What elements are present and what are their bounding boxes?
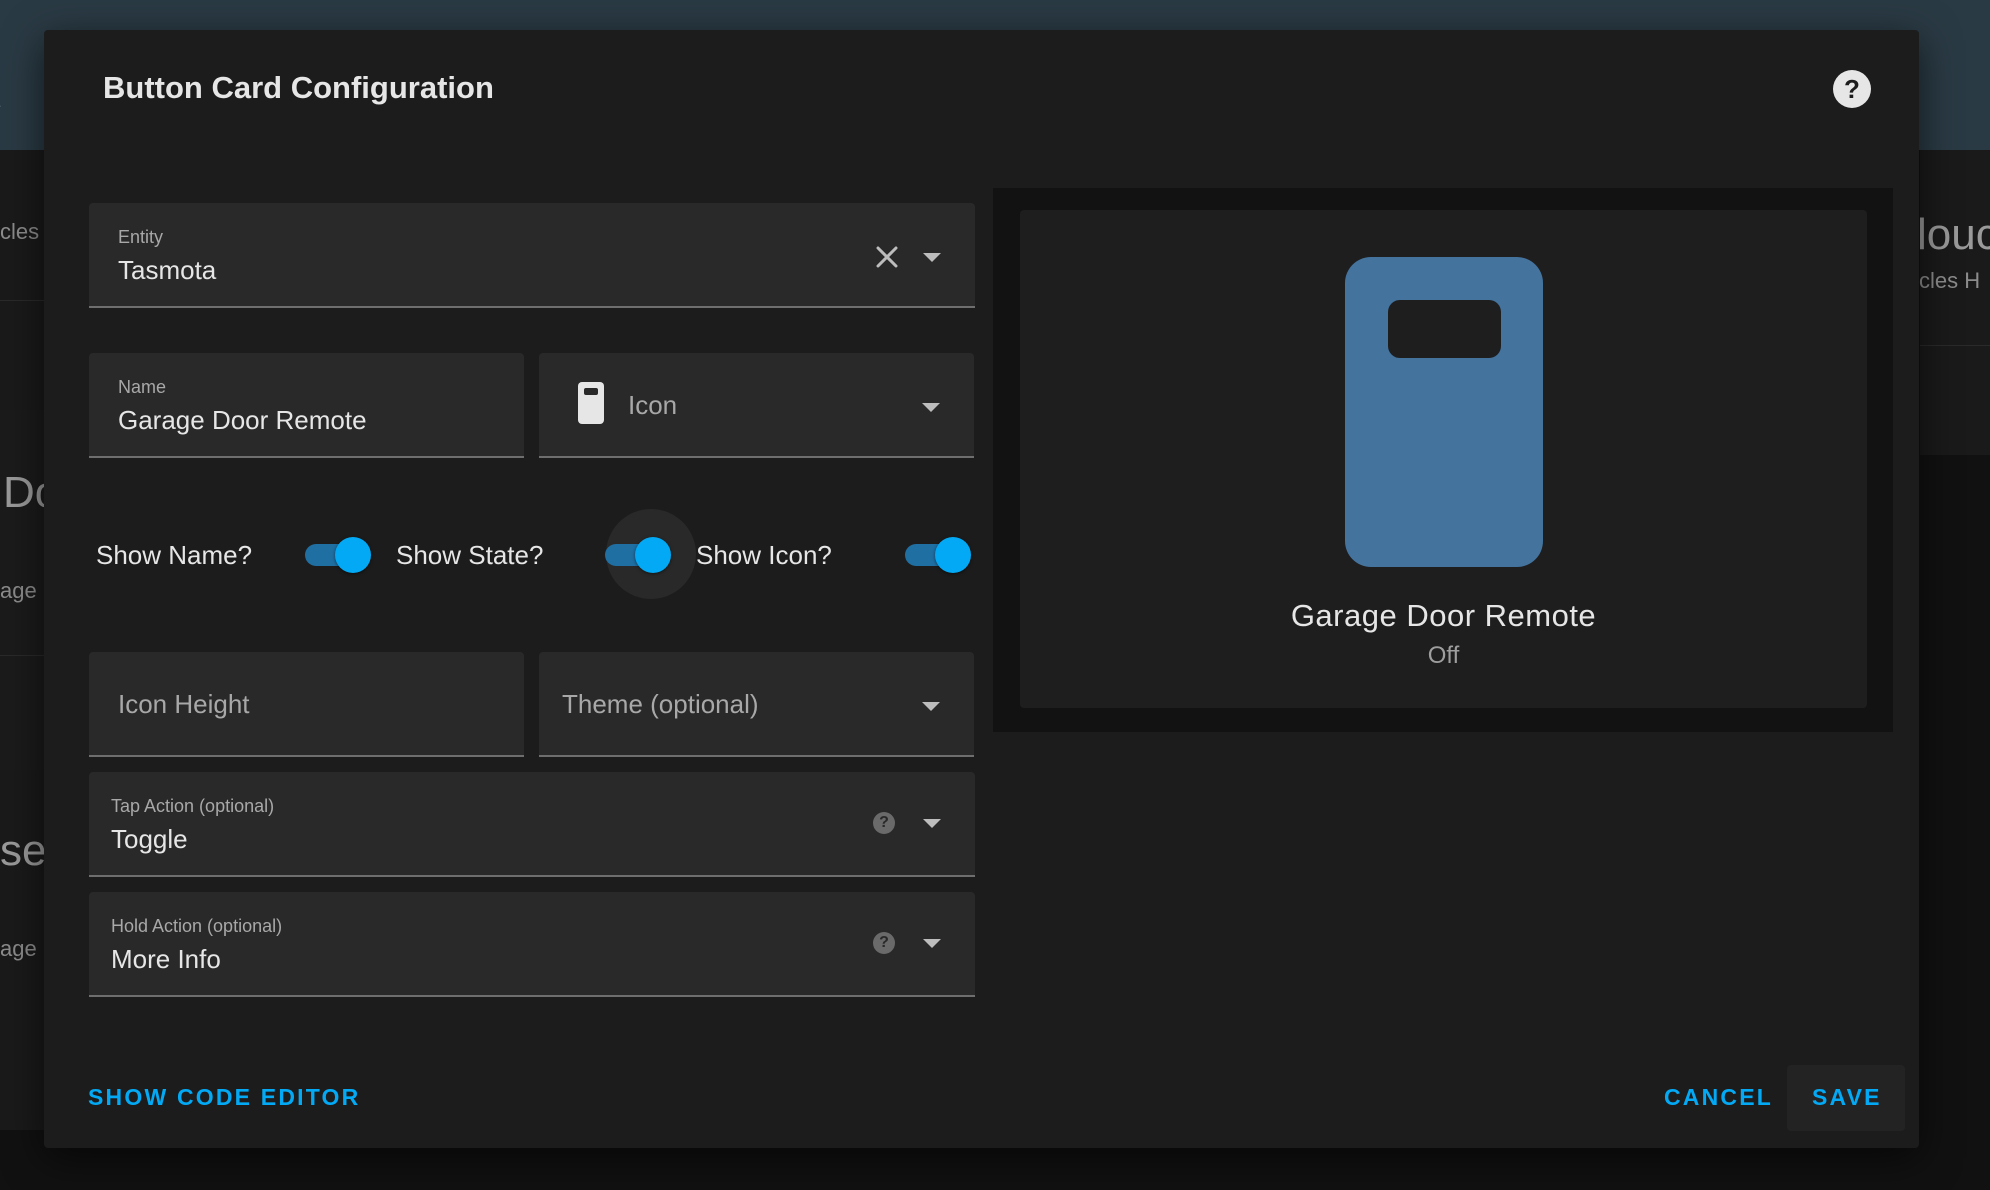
button-card[interactable]: Garage Door Remote Off (1020, 210, 1867, 708)
caret-down-icon[interactable] (923, 253, 941, 262)
entity-picker[interactable]: Entity Tasmota (89, 203, 975, 308)
name-field[interactable]: Name Garage Door Remote (89, 353, 524, 458)
icon-height-field[interactable]: Icon Height (89, 652, 524, 757)
background-arrow-icon: › (0, 92, 1, 118)
cancel-button[interactable]: CANCEL (1664, 1084, 1773, 1111)
caret-down-icon[interactable] (922, 702, 940, 711)
icon-height-placeholder: Icon Height (118, 689, 250, 719)
background-card (1920, 150, 1990, 455)
theme-placeholder: Theme (optional) (562, 689, 759, 719)
icon-picker[interactable]: Icon (539, 353, 974, 458)
help-circle-icon[interactable]: ? (873, 932, 895, 954)
tap-action-select[interactable]: Tap Action (optional) Toggle ? (89, 772, 975, 877)
background-text: cles H (1919, 268, 1981, 293)
help-circle-icon[interactable]: ? (873, 812, 895, 834)
tap-action-value: Toggle (111, 824, 188, 854)
show-code-editor-button[interactable]: SHOW CODE EDITOR (88, 1084, 360, 1111)
background-divider (0, 300, 44, 301)
show-name-label: Show Name? (96, 540, 253, 570)
entity-value: Tasmota (118, 255, 217, 285)
dialog-title: Button Card Configuration (103, 70, 494, 105)
card-preview: Garage Door Remote Off (993, 188, 1893, 732)
background-card (0, 150, 44, 410)
close-icon[interactable] (873, 243, 901, 271)
show-name-toggle[interactable] (305, 535, 371, 575)
caret-down-icon[interactable] (922, 403, 940, 412)
preview-state: Off (1427, 642, 1460, 669)
tap-action-label: Tap Action (optional) (111, 796, 275, 816)
icon-picker-label: Icon (628, 390, 678, 420)
caret-down-icon[interactable] (923, 939, 941, 948)
name-value: Garage Door Remote (118, 405, 367, 435)
show-icon-toggle[interactable] (905, 535, 971, 575)
background-text: age (0, 936, 37, 961)
show-state-toggle[interactable] (605, 535, 671, 575)
button-card-config-dialog: Button Card Configuration ? Entity Tasmo… (44, 30, 1919, 1148)
background-heading: louc (1917, 210, 1990, 259)
hold-action-value: More Info (111, 944, 221, 974)
show-state-label: Show State? (396, 540, 544, 570)
entity-label: Entity (118, 227, 164, 247)
show-icon-label: Show Icon? (696, 540, 832, 570)
background-divider (1920, 345, 1990, 346)
remote-icon (578, 382, 604, 424)
background-text: cles (0, 219, 40, 244)
help-circle-icon[interactable]: ? (1833, 70, 1871, 108)
caret-down-icon[interactable] (923, 819, 941, 828)
hold-action-select[interactable]: Hold Action (optional) More Info ? (89, 892, 975, 997)
background-divider (0, 655, 44, 656)
remote-icon (1345, 257, 1543, 567)
theme-select[interactable]: Theme (optional) (539, 652, 974, 757)
preview-name: Garage Door Remote (1290, 598, 1597, 633)
name-label: Name (118, 377, 167, 397)
save-button[interactable]: SAVE (1812, 1084, 1882, 1111)
background-text: age (0, 578, 37, 603)
hold-action-label: Hold Action (optional) (111, 916, 283, 936)
